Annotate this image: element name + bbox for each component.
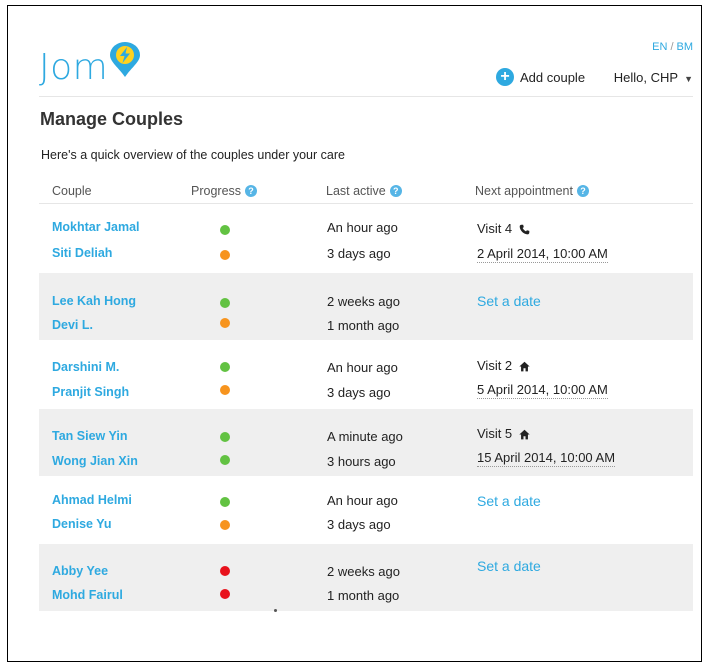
user-greeting: Hello, CHP <box>613 70 679 85</box>
partner-name-link[interactable]: Denise Yu <box>52 517 112 531</box>
appointment-date-link[interactable]: 5 April 2014, 10:00 AM <box>477 382 608 399</box>
status-dot-red <box>220 566 230 576</box>
page-subtitle: Here's a quick overview of the couples u… <box>41 148 345 162</box>
last-active-text: An hour ago <box>327 220 398 235</box>
page-title: Manage Couples <box>40 109 184 129</box>
lang-en-link[interactable]: EN <box>652 41 667 53</box>
status-dot-orange <box>220 318 230 328</box>
app-frame: Jom EN / BM + Add couple Hello, CHP ▼ Manag… <box>7 5 702 662</box>
partner-name-link[interactable]: Pranjit Singh <box>52 385 129 399</box>
status-dot-green <box>220 432 230 442</box>
partner-name-link[interactable]: Ahmad Helmi <box>52 493 132 507</box>
partner-name-link[interactable]: Wong Jian Xin <box>52 454 138 468</box>
column-label: Couple <box>52 184 92 198</box>
lang-bm-link[interactable]: BM <box>677 41 694 53</box>
appointment-visit: Visit 5 <box>477 426 530 441</box>
add-couple-button[interactable]: + Add couple <box>496 68 585 86</box>
partner-name-link[interactable]: Siti Deliah <box>52 246 112 260</box>
couple-row: Mokhtar Jamal Siti Deliah An hour ago 3 … <box>39 205 693 272</box>
couple-row: Darshini M. Pranjit Singh An hour ago 3 … <box>39 342 693 409</box>
last-active-text: An hour ago <box>327 360 398 375</box>
lang-separator: / <box>670 41 674 53</box>
couple-row: Tan Siew Yin Wong Jian Xin A minute ago … <box>39 409 693 476</box>
visit-label: Visit 2 <box>477 358 513 373</box>
set-date-link[interactable]: Set a date <box>477 558 541 574</box>
partner-name-link[interactable]: Devi L. <box>52 318 93 332</box>
last-active-text: An hour ago <box>327 493 398 508</box>
column-header-next-appointment: Next appointment ? <box>475 184 589 198</box>
column-header-couple: Couple <box>52 184 92 198</box>
partner-name-link[interactable]: Lee Kah Hong <box>52 294 136 308</box>
lightning-pin-icon <box>110 42 141 77</box>
status-dot-green <box>220 455 230 465</box>
partner-name-link[interactable]: Mokhtar Jamal <box>52 220 140 234</box>
last-active-text: A minute ago <box>327 429 403 444</box>
partner-name-link[interactable]: Mohd Fairul <box>52 588 123 602</box>
appointment-date-link[interactable]: 2 April 2014, 10:00 AM <box>477 246 608 263</box>
last-active-text: 3 days ago <box>327 517 391 532</box>
header-divider <box>39 96 693 97</box>
logo[interactable]: Jom <box>39 42 141 86</box>
visit-label: Visit 5 <box>477 426 513 441</box>
status-dot-orange <box>220 385 230 395</box>
partner-name-link[interactable]: Tan Siew Yin <box>52 429 127 443</box>
status-dot-green <box>220 225 230 235</box>
last-active-text: 3 days ago <box>327 385 391 400</box>
last-active-text: 3 days ago <box>327 246 391 261</box>
last-active-text: 1 month ago <box>327 588 400 603</box>
couple-row: Ahmad Helmi Denise Yu An hour ago 3 days… <box>39 477 693 544</box>
help-icon[interactable]: ? <box>389 185 402 197</box>
status-dot-green <box>220 298 230 308</box>
status-dot-orange <box>220 520 230 530</box>
help-icon[interactable]: ? <box>245 185 258 197</box>
column-label: Next appointment <box>475 184 573 198</box>
column-header-progress: Progress ? <box>191 184 258 198</box>
partner-name-link[interactable]: Darshini M. <box>52 360 119 374</box>
help-icon[interactable]: ? <box>576 185 589 197</box>
status-dot-green <box>220 497 230 507</box>
stray-dot <box>274 609 277 612</box>
home-icon <box>519 361 530 372</box>
appointment-visit: Visit 2 <box>477 358 530 373</box>
language-switch: EN / BM <box>652 41 693 53</box>
plus-icon: + <box>496 68 514 86</box>
last-active-text: 2 weeks ago <box>327 564 400 579</box>
column-header-last-active: Last active ? <box>326 184 402 198</box>
user-menu[interactable]: Hello, CHP ▼ <box>614 70 693 85</box>
appointment-date: 2 April 2014, 10:00 AM <box>477 246 608 263</box>
table-header-divider <box>39 203 693 204</box>
visit-label: Visit 4 <box>477 221 513 236</box>
status-dot-green <box>220 362 230 372</box>
phone-icon <box>519 224 530 235</box>
logo-text: Jom <box>39 47 109 88</box>
home-icon <box>519 429 530 440</box>
column-label: Last active <box>326 184 386 198</box>
column-label: Progress <box>191 184 242 198</box>
chevron-down-icon: ▼ <box>684 74 693 84</box>
appointment-date-link[interactable]: 15 April 2014, 10:00 AM <box>477 450 616 467</box>
status-dot-red <box>220 589 230 599</box>
set-date-link[interactable]: Set a date <box>477 293 541 309</box>
status-dot-orange <box>220 250 230 260</box>
couple-row: Lee Kah Hong Devi L. 2 weeks ago 1 month… <box>39 273 693 340</box>
add-couple-label: Add couple <box>520 69 586 85</box>
last-active-text: 2 weeks ago <box>327 294 400 309</box>
appointment-visit: Visit 4 <box>477 221 530 236</box>
couple-row: Abby Yee Mohd Fairul 2 weeks ago 1 month… <box>39 544 693 611</box>
partner-name-link[interactable]: Abby Yee <box>52 564 108 578</box>
last-active-text: 3 hours ago <box>327 454 396 469</box>
appointment-date: 15 April 2014, 10:00 AM <box>477 450 616 467</box>
appointment-date: 5 April 2014, 10:00 AM <box>477 382 608 399</box>
last-active-text: 1 month ago <box>327 318 400 333</box>
set-date-link[interactable]: Set a date <box>477 493 541 509</box>
